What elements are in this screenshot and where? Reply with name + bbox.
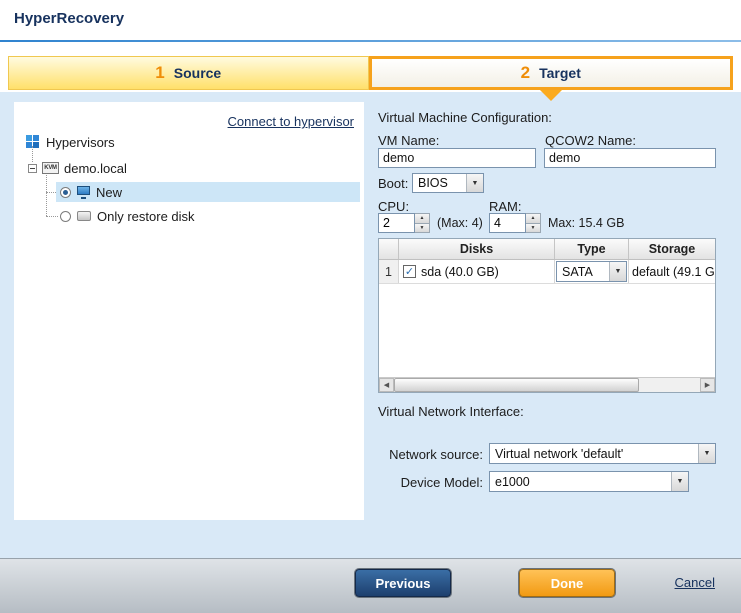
qcow2-name-input[interactable]: demo — [544, 148, 716, 168]
connect-to-hypervisor-link[interactable]: Connect to hypervisor — [228, 114, 354, 129]
collapse-minus-icon[interactable] — [28, 164, 37, 173]
cancel-link[interactable]: Cancel — [675, 575, 715, 590]
kvm-icon: KVM — [42, 162, 59, 174]
restore-option-only-disk[interactable]: Only restore disk — [56, 206, 195, 226]
disk-icon — [77, 211, 91, 221]
cpu-label: CPU: — [378, 199, 409, 214]
disk-type-select[interactable]: SATA ▼ — [556, 261, 627, 282]
windows-icon — [26, 135, 40, 149]
column-header-type: Type — [555, 239, 629, 259]
footer-bar: Previous Done Cancel — [0, 558, 741, 613]
table-row: 1 ✓ sda (40.0 GB) SATA ▼ default (49.1 G — [379, 260, 715, 284]
qcow2-name-label: QCOW2 Name: — [545, 133, 636, 148]
disk-cell: ✓ sda (40.0 GB) — [399, 260, 555, 283]
device-model-select[interactable]: e1000 ▼ — [489, 471, 689, 492]
device-model-value: e1000 — [490, 475, 671, 489]
restore-option-new[interactable]: New — [56, 182, 360, 202]
spin-down-icon[interactable]: ▼ — [415, 224, 430, 234]
storage-cell[interactable]: default (49.1 G — [629, 260, 715, 283]
done-button[interactable]: Done — [519, 569, 615, 597]
scrollbar-track[interactable] — [394, 378, 700, 392]
vm-monitor-icon — [77, 186, 90, 199]
type-cell: SATA ▼ — [555, 260, 629, 283]
scroll-left-icon[interactable]: ◀ — [379, 378, 394, 392]
spin-up-icon[interactable]: ▲ — [415, 213, 430, 224]
active-tab-pointer-icon — [540, 90, 562, 101]
boot-label: Boot: — [378, 176, 408, 191]
ram-label: RAM: — [489, 199, 522, 214]
disk-checkbox[interactable]: ✓ — [403, 265, 416, 278]
hyperrecovery-window: HyperRecovery 1 Source 2 Target Connect … — [0, 0, 741, 613]
ram-value[interactable]: 4 — [489, 213, 526, 233]
tab-target-number: 2 — [521, 63, 530, 83]
restore-option-label: Only restore disk — [97, 209, 195, 224]
title-bar: HyperRecovery — [0, 0, 741, 40]
radio-new[interactable] — [60, 187, 71, 198]
boot-select[interactable]: BIOS ▼ — [412, 173, 484, 193]
restore-option-label: New — [96, 185, 122, 200]
tab-source[interactable]: 1 Source — [8, 56, 369, 90]
table-empty-area — [379, 284, 715, 377]
tree-node-hypervisors[interactable]: Hypervisors — [26, 132, 115, 152]
column-header-rownum — [379, 239, 399, 259]
wizard-tabs: 1 Source 2 Target — [8, 56, 733, 90]
cpu-max-label: (Max: 4) — [437, 216, 483, 230]
column-header-disks: Disks — [399, 239, 555, 259]
table-horizontal-scrollbar[interactable]: ◀ ▶ — [379, 377, 715, 392]
disks-table-header: Disks Type Storage — [379, 239, 715, 260]
spin-down-icon[interactable]: ▼ — [526, 224, 541, 234]
row-number: 1 — [379, 260, 399, 283]
network-source-label: Network source: — [378, 447, 483, 462]
spin-up-icon[interactable]: ▲ — [526, 213, 541, 224]
chevron-down-icon: ▼ — [671, 472, 688, 491]
network-section-title: Virtual Network Interface: — [378, 404, 524, 419]
vm-name-label: VM Name: — [378, 133, 439, 148]
chevron-down-icon: ▼ — [466, 174, 483, 192]
tab-source-label: Source — [174, 65, 221, 81]
boot-select-value: BIOS — [413, 176, 466, 190]
tree-connector — [46, 172, 47, 216]
vm-config-title: Virtual Machine Configuration: — [378, 110, 552, 125]
vm-name-input[interactable]: demo — [378, 148, 536, 168]
app-title: HyperRecovery — [14, 10, 124, 27]
chevron-down-icon: ▼ — [698, 444, 715, 463]
cpu-stepper[interactable]: 2 ▲ ▼ — [378, 213, 430, 233]
tree-node-label: demo.local — [64, 161, 127, 176]
tab-target[interactable]: 2 Target — [369, 56, 734, 90]
scrollbar-thumb[interactable] — [394, 378, 639, 392]
tree-node-host[interactable]: KVM demo.local — [28, 158, 127, 178]
disk-type-value: SATA — [557, 265, 609, 279]
radio-only-restore-disk[interactable] — [60, 211, 71, 222]
network-source-value: Virtual network 'default' — [490, 447, 698, 461]
previous-button[interactable]: Previous — [355, 569, 451, 597]
hypervisor-tree-panel: Connect to hypervisor Hypervisors KVM de… — [14, 102, 364, 520]
device-model-label: Device Model: — [378, 475, 483, 490]
column-header-storage: Storage — [629, 239, 715, 259]
header-divider — [0, 40, 741, 42]
disks-table: Disks Type Storage 1 ✓ sda (40.0 GB) SAT… — [378, 238, 716, 393]
scroll-right-icon[interactable]: ▶ — [700, 378, 715, 392]
main-panel: Connect to hypervisor Hypervisors KVM de… — [0, 92, 741, 558]
network-source-select[interactable]: Virtual network 'default' ▼ — [489, 443, 716, 464]
tab-source-number: 1 — [155, 63, 164, 83]
disk-name: sda (40.0 GB) — [421, 265, 499, 279]
cpu-value[interactable]: 2 — [378, 213, 415, 233]
chevron-down-icon: ▼ — [609, 262, 626, 281]
tab-target-label: Target — [539, 65, 581, 81]
ram-stepper[interactable]: 4 ▲ ▼ — [489, 213, 541, 233]
tree-node-label: Hypervisors — [46, 135, 115, 150]
ram-max-label: Max: 15.4 GB — [548, 216, 624, 230]
